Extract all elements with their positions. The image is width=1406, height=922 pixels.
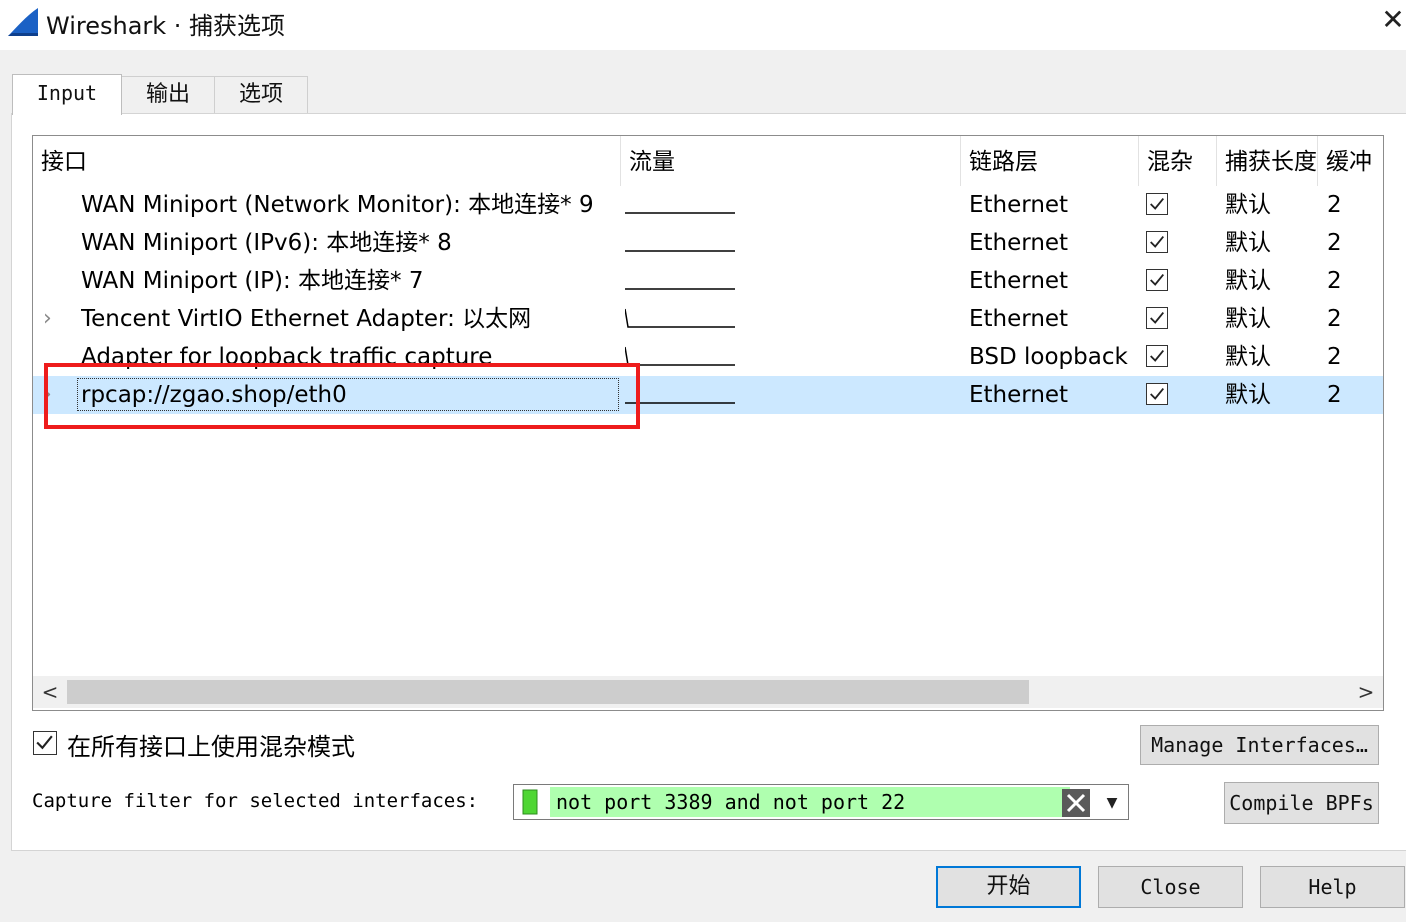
tab-options[interactable]: 选项 [214, 76, 308, 113]
close-icon[interactable]: ✕ [1380, 4, 1406, 36]
interface-name-cell: Adapter for loopback traffic capture [81, 344, 493, 370]
snaplen-cell[interactable]: 默认 [1225, 376, 1315, 414]
checkmark-icon [1150, 236, 1164, 248]
column-header-link-layer[interactable]: 链路层 [961, 136, 1139, 186]
snaplen-cell[interactable]: 默认 [1225, 338, 1315, 376]
table-row[interactable]: Adapter for loopback traffic capture BSD … [33, 338, 1383, 376]
snaplen-cell[interactable]: 默认 [1225, 186, 1315, 224]
column-header-buffer[interactable]: 缓冲 [1318, 136, 1383, 186]
interface-name-cell: Tencent VirtIO Ethernet Adapter: 以太网 [81, 306, 532, 332]
checkmark-icon [1150, 198, 1164, 210]
promiscuous-checkbox[interactable] [1146, 383, 1168, 405]
column-header-interface[interactable]: 接口 [33, 136, 621, 186]
traffic-sparkline [625, 288, 735, 290]
interface-name-cell: WAN Miniport (IPv6): 本地连接* 8 [81, 230, 452, 256]
promiscuous-checkbox[interactable] [1146, 231, 1168, 253]
buffer-cell[interactable]: 2 [1327, 224, 1377, 262]
help-button[interactable]: Help [1260, 866, 1405, 908]
close-button[interactable]: Close [1098, 866, 1243, 908]
link-layer-cell: Ethernet [969, 192, 1069, 218]
table-row[interactable]: WAN Miniport (Network Monitor): 本地连接* 9 E… [33, 186, 1383, 224]
expand-chevron-icon[interactable]: › [43, 376, 63, 414]
table-row[interactable]: › rpcap://zgao.shop/eth0 Ethernet 默认 2 [33, 376, 1383, 414]
horizontal-scrollbar[interactable]: < > [33, 676, 1383, 708]
promiscuous-checkbox[interactable] [1146, 193, 1168, 215]
clear-filter-icon[interactable] [1062, 789, 1090, 817]
capture-filter-input[interactable] [550, 787, 1070, 817]
column-header-promiscuous[interactable]: 混杂 [1139, 136, 1217, 186]
snaplen-cell[interactable]: 默认 [1225, 224, 1315, 262]
buffer-cell[interactable]: 2 [1327, 338, 1377, 376]
checkmark-icon [1150, 274, 1164, 286]
interface-name-cell: WAN Miniport (IP): 本地连接* 7 [81, 268, 424, 294]
traffic-sparkline [625, 212, 735, 214]
table-header: 接口 流量 链路层 混杂 捕获长度 缓冲 [33, 136, 1383, 186]
snaplen-cell[interactable]: 默认 [1225, 262, 1315, 300]
snaplen-cell[interactable]: 默认 [1225, 300, 1315, 338]
promiscuous-checkbox[interactable] [1146, 307, 1168, 329]
interface-name-cell: WAN Miniport (Network Monitor): 本地连接* 9 [81, 192, 594, 218]
promisc-all-label: 在所有接口上使用混杂模式 [67, 733, 355, 761]
start-button[interactable]: 开始 [936, 866, 1081, 908]
title-bar: Wireshark · 捕获选项 ✕ [0, 0, 1406, 50]
capture-filter-combobox[interactable]: ▼ [513, 784, 1129, 820]
link-layer-cell: Ethernet [969, 268, 1069, 294]
scroll-right-icon[interactable]: > [1349, 676, 1383, 708]
column-header-traffic[interactable]: 流量 [621, 136, 961, 186]
compile-bpfs-button[interactable]: Compile BPFs [1224, 782, 1379, 824]
buffer-cell[interactable]: 2 [1327, 186, 1377, 224]
table-row[interactable]: WAN Miniport (IP): 本地连接* 7 Ethernet 默认 2 [33, 262, 1383, 300]
chevron-down-icon[interactable]: ▼ [1100, 789, 1124, 817]
promiscuous-checkbox[interactable] [1146, 345, 1168, 367]
column-header-snaplen[interactable]: 捕获长度 [1217, 136, 1318, 186]
buffer-cell[interactable]: 2 [1327, 262, 1377, 300]
link-layer-cell: Ethernet [969, 382, 1069, 408]
traffic-sparkline [625, 250, 735, 252]
checkmark-icon [1150, 388, 1164, 400]
table-row[interactable]: WAN Miniport (IPv6): 本地连接* 8 Ethernet 默认 2 [33, 224, 1383, 262]
promiscuous-checkbox[interactable] [1146, 269, 1168, 291]
buffer-cell[interactable]: 2 [1327, 300, 1377, 338]
scroll-left-icon[interactable]: < [33, 676, 67, 708]
link-layer-cell: BSD loopback [969, 344, 1128, 370]
traffic-sparkline [625, 402, 735, 404]
scrollbar-thumb[interactable] [67, 680, 1029, 704]
expand-chevron-icon[interactable]: › [43, 300, 63, 338]
table-row[interactable]: › Tencent VirtIO Ethernet Adapter: 以太网 Eth… [33, 300, 1383, 338]
capture-filter-label: Capture filter for selected interfaces: [32, 790, 479, 812]
manage-interfaces-button[interactable]: Manage Interfaces… [1140, 725, 1379, 765]
link-layer-cell: Ethernet [969, 306, 1069, 332]
checkmark-icon [1150, 312, 1164, 324]
promisc-all-checkbox[interactable] [33, 731, 57, 755]
link-layer-cell: Ethernet [969, 230, 1069, 256]
bookmark-icon[interactable] [519, 788, 545, 816]
traffic-sparkline [625, 346, 735, 366]
tab-input[interactable]: Input [12, 74, 122, 115]
interface-table: 接口 流量 链路层 混杂 捕获长度 缓冲 WAN Miniport (Netwo… [32, 135, 1384, 711]
buffer-cell[interactable]: 2 [1327, 376, 1377, 414]
checkmark-icon [36, 735, 53, 750]
interface-name-cell: rpcap://zgao.shop/eth0 [81, 382, 347, 408]
traffic-sparkline [625, 308, 735, 328]
window-title: Wireshark · 捕获选项 [46, 12, 286, 40]
wireshark-fin-icon [8, 8, 38, 36]
checkmark-icon [1150, 350, 1164, 362]
tab-output[interactable]: 输出 [121, 76, 215, 113]
